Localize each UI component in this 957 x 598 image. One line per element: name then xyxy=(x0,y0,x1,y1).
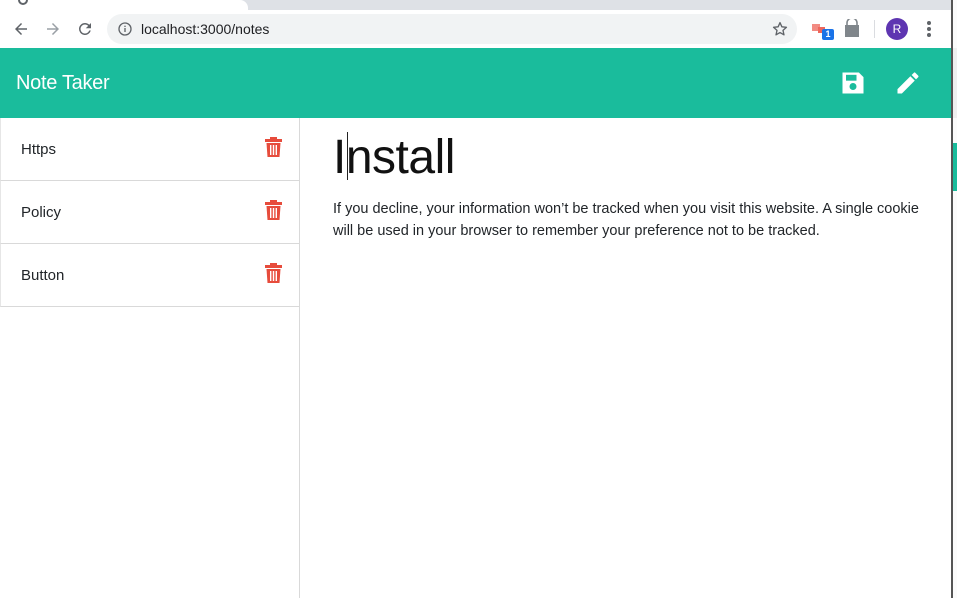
app-title[interactable]: Note Taker xyxy=(16,71,110,95)
save-icon[interactable] xyxy=(839,69,867,97)
back-button[interactable] xyxy=(6,14,36,44)
note-list-item[interactable]: Policy xyxy=(0,181,299,244)
forward-arrow-icon xyxy=(47,23,59,35)
trash-icon[interactable] xyxy=(265,263,282,283)
note-list-title: Https xyxy=(21,141,57,158)
reload-icon xyxy=(78,22,91,35)
note-list-title: Policy xyxy=(21,204,62,221)
background-window-header xyxy=(953,48,957,118)
tab-strip xyxy=(0,0,957,10)
extension-badge: 1 xyxy=(822,29,834,40)
back-arrow-icon xyxy=(15,23,27,35)
forward-button[interactable] xyxy=(38,14,68,44)
text-cursor xyxy=(347,132,348,180)
more-vert-icon[interactable] xyxy=(920,19,938,44)
background-window-edge xyxy=(951,0,957,598)
note-list-item[interactable]: Https xyxy=(0,118,299,181)
app-header: Note Taker xyxy=(0,48,951,118)
note-title-input[interactable]: Install xyxy=(333,130,455,186)
browser-toolbar: localhost:3000/notes xyxy=(0,10,957,48)
address-bar[interactable]: localhost:3000/notes xyxy=(107,14,797,44)
profile-avatar[interactable]: R xyxy=(886,18,908,40)
shopping-bag-icon[interactable] xyxy=(843,17,861,44)
note-list-title: Button xyxy=(21,267,65,284)
tab-loading-icon xyxy=(18,0,28,5)
note-list-item[interactable]: Button xyxy=(0,244,299,307)
url-text: localhost:3000/notes xyxy=(141,21,270,37)
toolbar-divider xyxy=(874,20,875,38)
notes-sidebar: Https Policy Button xyxy=(0,118,300,598)
active-tab[interactable] xyxy=(0,0,248,10)
note-editor: Install If you decline, your information… xyxy=(301,118,951,598)
note-text-area[interactable]: If you decline, your information won’t b… xyxy=(333,198,938,242)
info-icon[interactable] xyxy=(117,21,133,42)
trash-icon[interactable] xyxy=(265,137,282,157)
star-icon[interactable] xyxy=(771,20,789,43)
reload-button[interactable] xyxy=(70,14,100,44)
trash-icon[interactable] xyxy=(265,200,282,220)
pencil-icon[interactable] xyxy=(894,69,922,97)
background-window-accent xyxy=(953,143,957,191)
